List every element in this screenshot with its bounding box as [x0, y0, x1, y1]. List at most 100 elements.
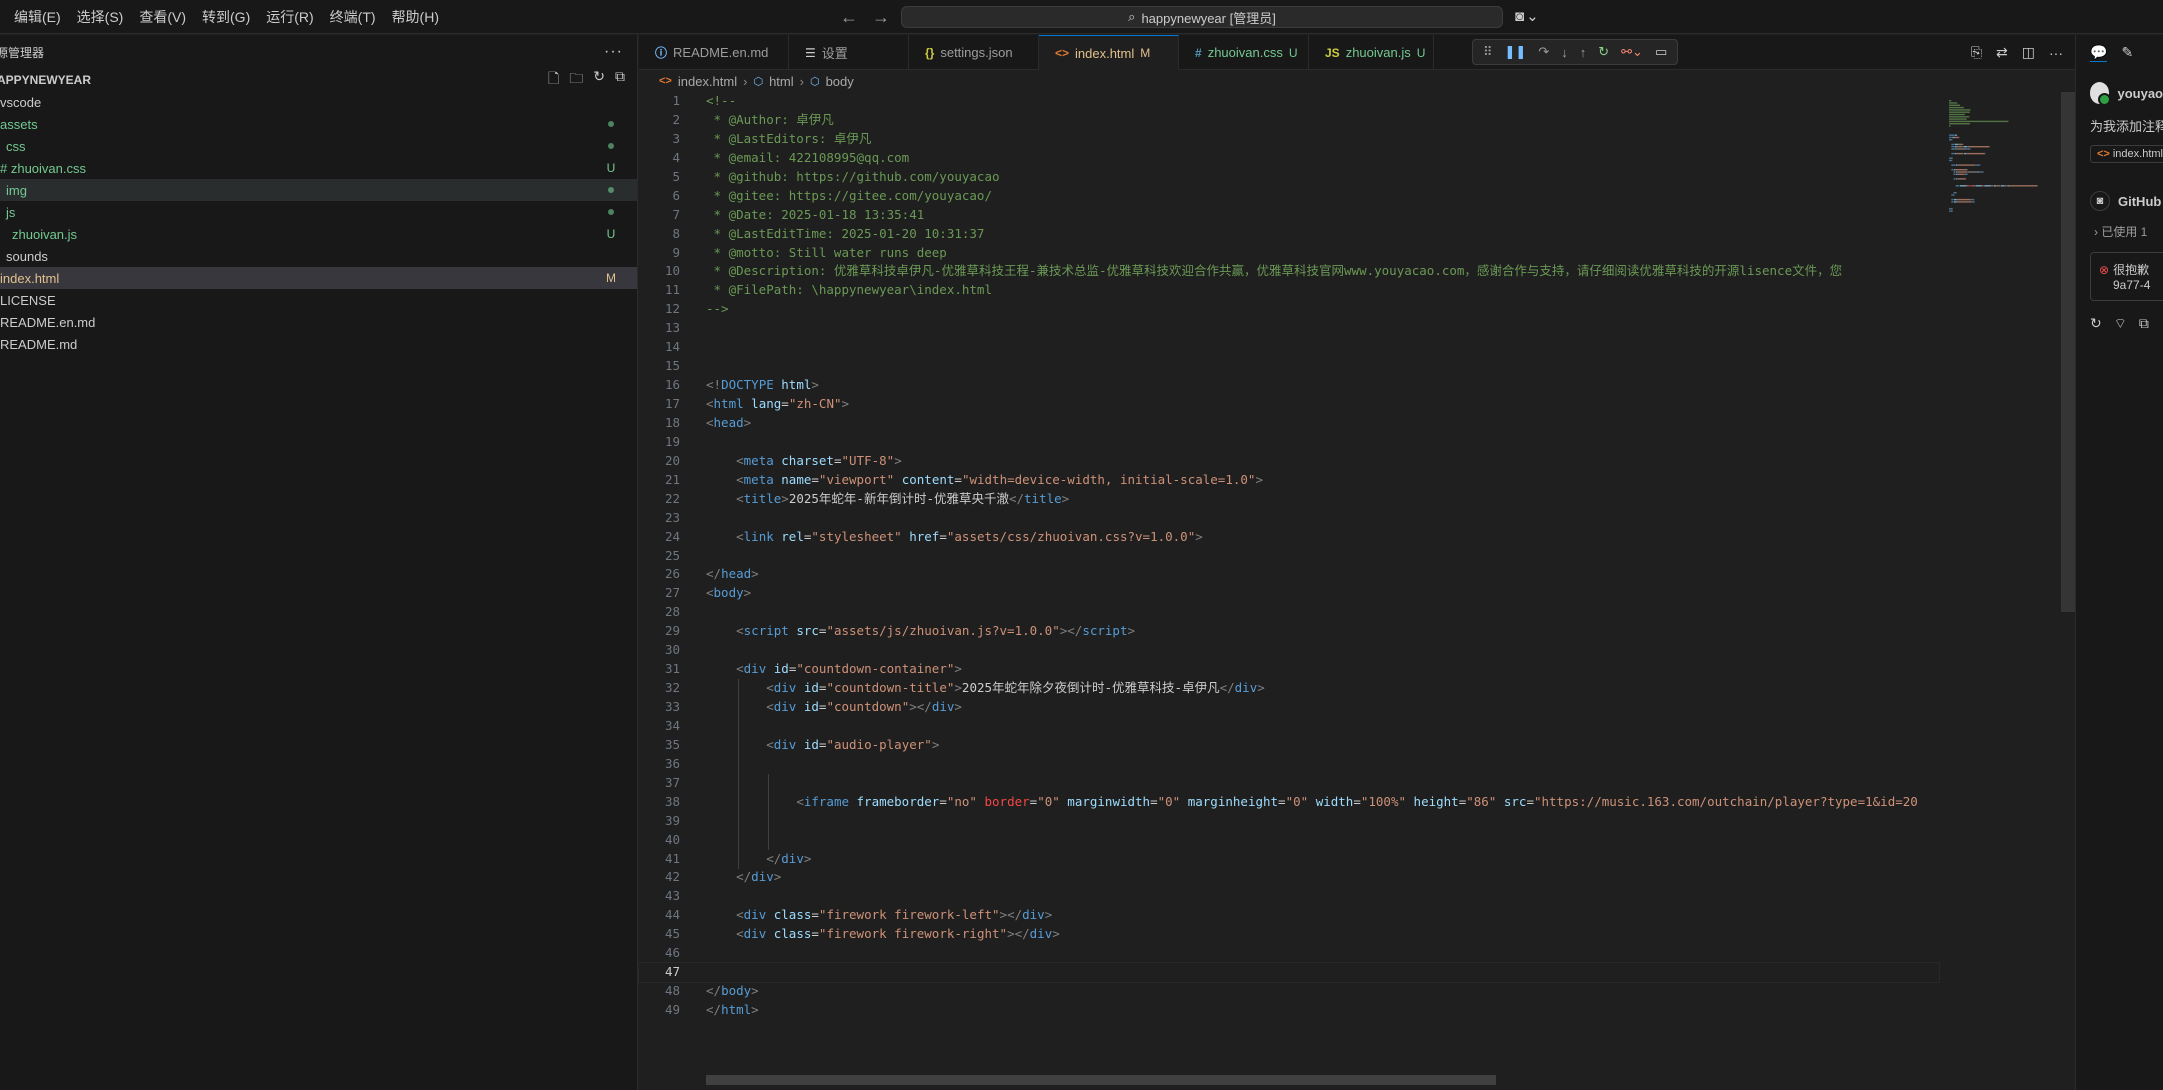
menu-item[interactable]: 运行(R) — [258, 3, 321, 31]
breadcrumb-item-body[interactable]: body — [826, 74, 854, 89]
code-text: </body> — [706, 982, 759, 1001]
step-over-icon[interactable]: ↷ — [1538, 44, 1549, 60]
minimap-line — [1953, 169, 1956, 171]
code-line: 1 <!-- — [639, 92, 1939, 111]
drag-handle-icon[interactable]: ⠿ — [1483, 44, 1493, 60]
tab-settings-json[interactable]: {} settings.json — [909, 35, 1039, 70]
code-editor[interactable]: 1 <!-- 2 * @Author: 卓伊凡 3 * @LastEditors: 卓… — [638, 92, 1940, 1052]
tab-zhuoivan-css[interactable]: # zhuoivan.css U — [1179, 35, 1309, 70]
step-into-icon[interactable]: ↓ — [1561, 45, 1568, 60]
split-editor-icon[interactable]: ◫ — [2022, 44, 2035, 61]
disconnect-icon[interactable]: ⚯⌄ — [1621, 44, 1643, 60]
tree-item[interactable]: sounds — [0, 245, 637, 267]
minimap[interactable] — [1945, 92, 2065, 1090]
more-actions-icon[interactable]: ··· — [2049, 45, 2063, 61]
code-token: div — [773, 699, 797, 714]
tree-item[interactable]: index.html M — [0, 267, 637, 289]
menu-item[interactable]: 选择(S) — [69, 3, 132, 31]
line-number: 29 — [664, 623, 680, 639]
step-out-icon[interactable]: ↑ — [1580, 45, 1587, 60]
code-text: * @motto: Still water runs deep — [706, 244, 947, 263]
code-token: "countdown-title" — [826, 680, 955, 696]
code-text: <div class="firework firework-right"></d… — [706, 925, 1060, 944]
tree-item[interactable]: assets — [0, 113, 637, 135]
menu-item[interactable]: 查看(V) — [131, 3, 194, 31]
code-line: 29 <script src="assets/js/zhuoivan.js?v=… — [639, 622, 1939, 641]
breadcrumb-item-file[interactable]: index.html — [678, 74, 737, 89]
line-number: 32 — [664, 680, 680, 696]
code-token: id — [803, 699, 819, 714]
code-token: < — [736, 490, 744, 506]
code-text: <script src="assets/js/zhuoivan.js?v=1.0… — [706, 622, 1135, 641]
indent-guide — [738, 679, 740, 869]
more-actions-icon[interactable]: ··· — [604, 43, 623, 61]
restart-icon[interactable]: ↻ — [1598, 44, 1609, 60]
workspace-folder-row[interactable]: APPYNEWYEAR 🗋 🗀 ↻ ⧉ — [0, 68, 637, 92]
minimap-line — [1949, 139, 1952, 141]
tree-item[interactable]: README.en.md — [0, 311, 637, 333]
code-line: 11 * @FilePath: \happynewyear\index.html — [639, 281, 1939, 300]
minimap-line — [1958, 143, 1959, 146]
tree-item[interactable]: img — [0, 179, 637, 201]
command-center[interactable]: ⌕ happynewyear [管理员] — [901, 6, 1503, 28]
code-token: script — [743, 623, 789, 639]
new-folder-icon[interactable]: 🗀 — [569, 68, 583, 92]
retry-icon[interactable]: ↻ — [2090, 315, 2102, 333]
code-line: 25 — [639, 547, 1939, 566]
minimap-line — [1952, 157, 1953, 159]
code-line: 37 — [639, 774, 1939, 793]
breadcrumb-item-html[interactable]: html — [769, 74, 794, 89]
minimap-line — [1949, 102, 1958, 104]
minimap-line — [1956, 134, 1958, 136]
menu-item[interactable]: 终端(T) — [322, 3, 384, 31]
menu-item[interactable]: 编辑(E) — [6, 3, 69, 31]
menu-item[interactable]: 帮助(H) — [384, 3, 447, 31]
open-preview-icon[interactable]: ⎘ — [1971, 44, 1982, 61]
minimap-line — [1952, 136, 1955, 139]
minimap-line — [1949, 136, 1950, 139]
code-line: 45 <div class="firework firework-right">… — [639, 925, 1939, 944]
code-text: </div> — [706, 868, 781, 887]
tree-item[interactable]: css — [0, 135, 637, 157]
refresh-icon[interactable]: ↻ — [593, 68, 605, 92]
tree-item[interactable]: # zhuoivan.css U — [0, 157, 637, 179]
horizontal-scrollbar[interactable] — [706, 1075, 1496, 1085]
copilot-menu-button[interactable]: ◙ ⌄ — [1515, 7, 1539, 26]
forward-arrow-icon[interactable]: → — [872, 7, 890, 28]
code-line: 40 — [639, 831, 1939, 850]
line-number: 40 — [664, 831, 680, 847]
code-token: > — [743, 585, 752, 601]
tree-item[interactable]: zhuoivan.js U — [0, 223, 637, 245]
edits-icon[interactable]: ✎ — [2121, 44, 2133, 61]
tree-item[interactable]: vscode — [0, 91, 637, 113]
code-token: > — [743, 414, 752, 430]
new-file-icon[interactable]: 🗋 — [548, 68, 559, 92]
chat-icon[interactable]: 💬 — [2090, 44, 2108, 62]
tab-readme-en-md[interactable]: ⓘ README.en.md — [639, 35, 789, 70]
used-references[interactable]: › 已使用 1 — [2076, 223, 2163, 240]
command-center-label: happynewyear [管理员] — [1141, 10, 1276, 26]
inspect-icon[interactable]: ▭ — [1655, 44, 1667, 60]
tree-item[interactable]: README.md — [0, 333, 637, 355]
tree-item-label: vscode — [0, 94, 42, 110]
tab-[interactable]: ☰ 设置 — [789, 35, 909, 70]
tab-index-html[interactable]: <> index.html M — [1039, 35, 1179, 70]
thumbs-down-icon[interactable]: ⌔ — [2114, 315, 2127, 333]
line-number: 23 — [664, 509, 680, 525]
collapse-all-icon[interactable]: ⧉ — [615, 68, 625, 92]
insert-icon[interactable]: ⧉ — [2139, 315, 2149, 333]
tree-item[interactable]: js — [0, 201, 637, 223]
line-number: 7 — [672, 206, 680, 222]
tree-item[interactable]: LICENSE — [0, 289, 637, 311]
line-number: 25 — [664, 547, 680, 563]
back-arrow-icon[interactable]: ← — [840, 7, 858, 28]
tab-zhuoivan-js[interactable]: JS zhuoivan.js U — [1309, 35, 1434, 70]
vertical-scrollbar[interactable] — [2061, 92, 2075, 612]
compare-changes-icon[interactable]: ⇄ — [1996, 44, 2008, 61]
chat-attachment[interactable]: <> index.html — [2090, 145, 2163, 163]
menu-item[interactable]: 转到(G) — [194, 3, 258, 31]
pause-icon[interactable]: ❚❚ — [1505, 44, 1527, 60]
